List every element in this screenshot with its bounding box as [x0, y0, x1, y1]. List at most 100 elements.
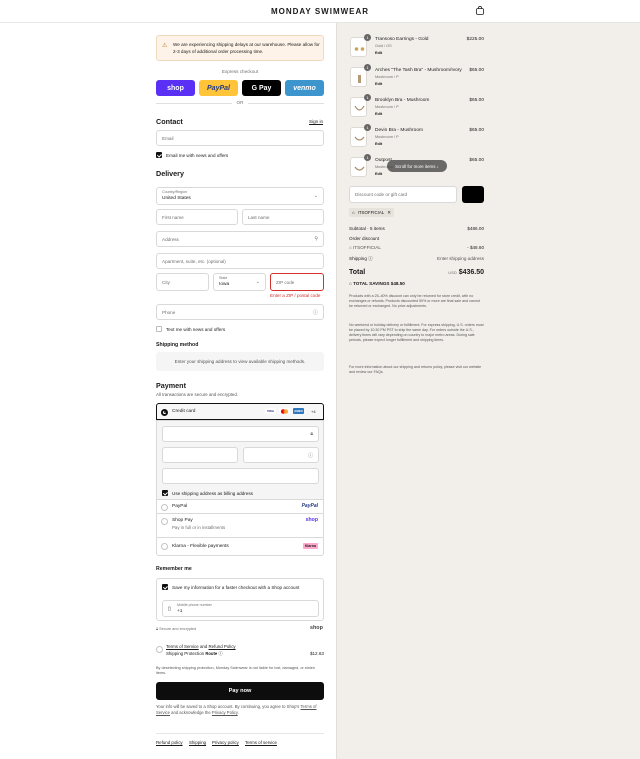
applied-code-text: ITSOFFICIAL: [357, 210, 385, 215]
item-quantity-badge: 1: [364, 94, 371, 101]
address-field[interactable]: Address ⚲: [156, 231, 324, 247]
header: MONDAY SWIMWEAR: [0, 0, 640, 23]
chevron-down-icon: ⌄: [313, 193, 318, 199]
order-discount-label: Order discount: [349, 236, 380, 241]
shipping-protection-toggle[interactable]: [156, 646, 163, 653]
help-icon[interactable]: ⓘ: [313, 309, 318, 316]
remember-me-box: Save my information for a faster checkou…: [156, 578, 324, 621]
last-name-field[interactable]: Last name: [242, 209, 324, 225]
footer-divider: [156, 733, 324, 734]
bra-image: [354, 166, 365, 171]
item-edit-link[interactable]: Edit: [375, 51, 382, 55]
paypal-logo: PayPal: [301, 503, 318, 509]
item-variant: Mushroom / P: [375, 75, 399, 79]
total-label: Total: [349, 269, 366, 276]
klarna-logo: Klarna: [302, 543, 318, 549]
country-select[interactable]: Country/Region United States ⌄: [156, 187, 324, 205]
paypal-option[interactable]: PayPal PayPal: [156, 500, 324, 514]
terms-line: Terms of Service and Refund Policy: [166, 644, 236, 649]
apartment-field[interactable]: Apartment, suite, etc. (optional): [156, 253, 324, 269]
tag-icon: ⌂: [352, 210, 355, 215]
total-amount: USD $436.50: [448, 269, 484, 276]
shop-legal-text: Your info will be saved to a Shop accoun…: [156, 704, 324, 716]
bag-icon[interactable]: [476, 6, 484, 15]
subtotal-value: $486.00: [467, 226, 484, 231]
first-name-field[interactable]: First name: [156, 209, 238, 225]
zip-field[interactable]: ZIP code: [270, 273, 324, 291]
card-form: 🔒︎ ⓘ Use shipping address as billing add…: [156, 420, 324, 500]
close-icon[interactable]: ✕: [387, 210, 391, 216]
shop-pay-option[interactable]: Shop Pay Pay in full or in installments …: [156, 514, 324, 538]
paypal-radio[interactable]: [161, 503, 168, 511]
klarna-label: Klarna - Flexible payments: [172, 544, 229, 549]
billing-same-checkbox[interactable]: [162, 490, 168, 496]
route-logo: Route: [205, 651, 218, 656]
apply-discount-button[interactable]: [462, 186, 484, 203]
footer-terms-link[interactable]: Terms of service: [245, 740, 277, 745]
expiration-field[interactable]: [162, 447, 238, 463]
help-icon[interactable]: ⓘ: [218, 651, 222, 656]
legal-prefix: Your info will be saved to a Shop accoun…: [156, 704, 300, 709]
paypal-button[interactable]: PayPal: [199, 80, 238, 96]
footer-refund-link[interactable]: Refund policy: [156, 740, 183, 745]
email-field[interactable]: Email: [156, 130, 324, 146]
text-news-label: Text me with news and offers: [166, 327, 226, 332]
security-code-field[interactable]: ⓘ: [243, 447, 319, 463]
city-field[interactable]: City: [156, 273, 209, 291]
credit-card-radio[interactable]: [161, 408, 168, 416]
state-select[interactable]: State Iowa ⌄: [213, 273, 266, 291]
klarna-option[interactable]: Klarna - Flexible payments Klarna: [156, 538, 324, 556]
shop-pay-button[interactable]: shop: [156, 80, 195, 96]
country-label: Country/Region: [162, 190, 187, 194]
google-pay-button[interactable]: G Pay: [242, 80, 281, 96]
item-price: $65.00: [469, 68, 484, 73]
item-price: $65.00: [469, 98, 484, 103]
subtotal-row: Subtotal · 5 items $486.00: [349, 226, 484, 231]
and-text: and: [199, 644, 208, 649]
applied-code-tag: ⌂ ITSOFFICIAL ✕: [349, 208, 394, 217]
discount-placeholder: Discount code or gift card: [355, 192, 408, 197]
credit-card-option[interactable]: Credit card VISA AMEX +4: [156, 403, 324, 420]
item-price: $65.00: [469, 158, 484, 163]
total-savings-row: ⌂ TOTAL SAVINGS $48.50: [349, 281, 484, 286]
zip-placeholder: ZIP code: [276, 280, 295, 285]
phone-field[interactable]: Phone ⓘ: [156, 304, 324, 320]
legal-suffix: .: [237, 710, 239, 715]
order-discount-row: Order discount: [349, 236, 484, 241]
discount-code-field[interactable]: Discount code or gift card: [349, 186, 457, 203]
help-icon[interactable]: ⓘ: [368, 256, 373, 261]
item-quantity-badge: 1: [364, 64, 371, 71]
card-number-field[interactable]: 🔒︎: [162, 426, 319, 442]
phone-placeholder: Phone: [162, 310, 176, 315]
venmo-button[interactable]: venmo: [285, 80, 324, 96]
text-news-checkbox[interactable]: [156, 326, 162, 332]
savings-value: $48.50: [390, 281, 405, 286]
contact-title: Contact: [156, 117, 183, 126]
name-on-card-field[interactable]: [162, 468, 319, 484]
shop-pay-subtitle: Pay in full or in installments: [172, 525, 226, 530]
mobile-phone-field[interactable]: ▯ Mobile phone number +1: [162, 600, 319, 617]
item-edit-link[interactable]: Edit: [375, 172, 382, 176]
save-info-checkbox[interactable]: [162, 584, 168, 590]
item-edit-link[interactable]: Edit: [375, 112, 382, 116]
brand-logo[interactable]: MONDAY SWIMWEAR: [0, 7, 640, 16]
shop-privacy-link[interactable]: Privacy Policy: [212, 710, 238, 715]
pay-now-button[interactable]: Pay now: [156, 682, 324, 700]
item-name: Devin Bra - Mushroom: [375, 128, 423, 133]
item-edit-link[interactable]: Edit: [375, 142, 382, 146]
item-variant: Mushroom / P: [375, 105, 399, 109]
footer-shipping-link[interactable]: Shipping: [189, 740, 206, 745]
sign-in-link[interactable]: Sign in: [309, 119, 323, 124]
help-icon[interactable]: ⓘ: [308, 452, 313, 459]
scroll-more-items-button[interactable]: Scroll for more items ↓: [387, 160, 447, 172]
shop-pay-radio[interactable]: [161, 517, 168, 525]
bra-image: [358, 75, 361, 83]
mobile-label: Mobile phone number: [177, 603, 212, 607]
paypal-label: PayPal: [172, 504, 188, 509]
klarna-radio[interactable]: [161, 543, 168, 550]
footer-privacy-link[interactable]: Privacy policy: [212, 740, 239, 745]
item-edit-link[interactable]: Edit: [375, 82, 382, 86]
terms-link[interactable]: Terms of Service: [166, 644, 199, 649]
refund-policy-link[interactable]: Refund Policy: [209, 644, 236, 649]
email-news-checkbox[interactable]: [156, 152, 162, 158]
